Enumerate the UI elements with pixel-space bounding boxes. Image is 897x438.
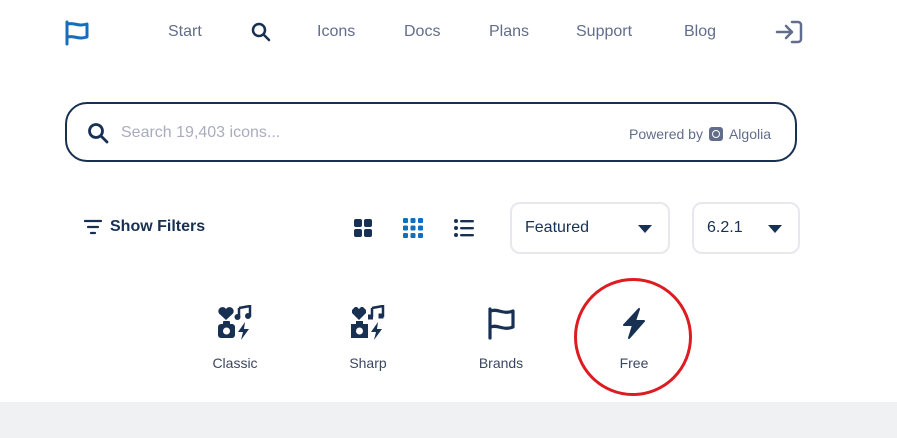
family-sharp-label: Sharp [349, 355, 387, 371]
show-filters-label: Show Filters [110, 218, 206, 235]
filter-lines-icon [84, 219, 102, 235]
search-icon [88, 123, 109, 144]
family-free-label: Free [619, 355, 649, 371]
large-grid-view-icon[interactable] [352, 217, 374, 239]
family-classic-label: Classic [212, 355, 258, 371]
algolia-label: Algolia [728, 126, 771, 142]
version-select-value: 6.2.1 [707, 219, 743, 236]
family-classic-tab[interactable]: Classic [175, 305, 295, 371]
chevron-down-icon [768, 225, 782, 233]
results-area [0, 402, 897, 438]
family-sharp-tab[interactable]: Sharp [308, 305, 428, 371]
family-brands-tab[interactable]: Brands [441, 305, 561, 371]
powered-by-algolia[interactable]: Powered by Algolia [629, 126, 771, 142]
nav-icons-link[interactable]: Icons [317, 22, 355, 42]
powered-by-label: Powered by [629, 126, 703, 142]
sort-select[interactable]: Featured [510, 202, 670, 254]
list-view-icon[interactable] [453, 217, 475, 239]
nav-blog-link[interactable]: Blog [684, 22, 716, 42]
heart-music-camera-bolt-sharp-icon [351, 305, 385, 340]
nav-plans-link[interactable]: Plans [489, 22, 529, 42]
sort-select-value: Featured [525, 219, 590, 236]
font-awesome-flag-logo-icon[interactable] [64, 20, 90, 46]
nav-start-link[interactable]: Start [168, 22, 202, 42]
heart-music-camera-bolt-icon [218, 305, 252, 340]
version-select[interactable]: 6.2.1 [692, 202, 800, 254]
show-filters-button[interactable]: Show Filters [84, 218, 205, 236]
family-free-tab[interactable]: Free [574, 305, 694, 371]
small-grid-view-icon[interactable] [402, 217, 424, 239]
icon-search-bar[interactable]: Powered by Algolia [65, 102, 797, 162]
bolt-icon [623, 308, 645, 339]
nav-support-link[interactable]: Support [576, 22, 632, 42]
font-awesome-flag-icon [488, 307, 515, 340]
nav-docs-link[interactable]: Docs [404, 22, 440, 42]
icon-search-input[interactable] [119, 118, 563, 148]
sign-in-icon[interactable] [775, 19, 803, 45]
algolia-logo-icon [708, 127, 723, 141]
search-icon[interactable] [250, 21, 272, 43]
family-brands-label: Brands [478, 355, 524, 371]
chevron-down-icon [638, 225, 652, 233]
